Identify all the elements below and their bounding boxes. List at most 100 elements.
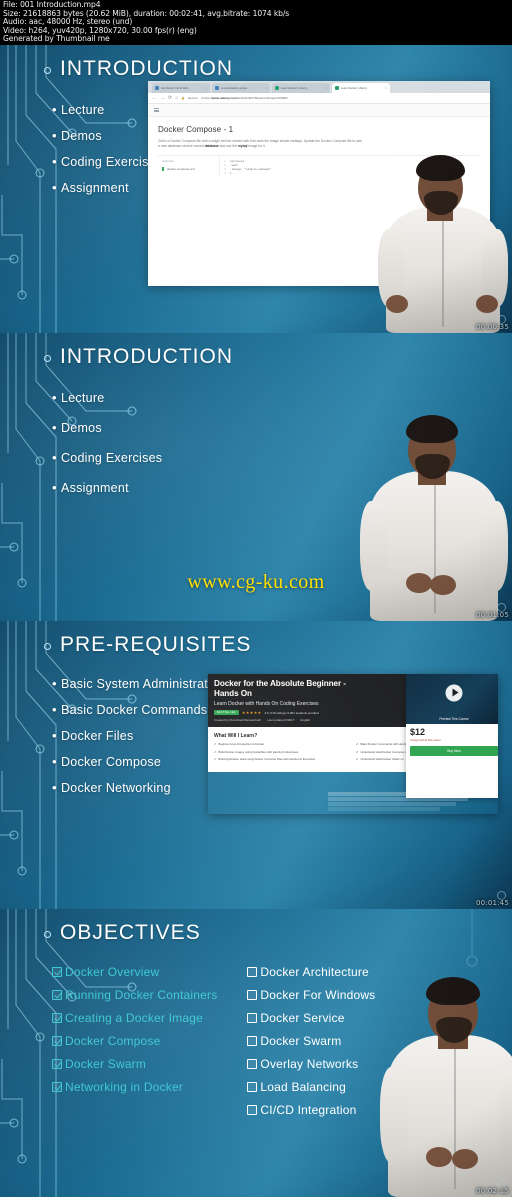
checkbox-checked-icon[interactable] xyxy=(52,1013,62,1023)
tab-label: Get Docker CE for Debi... xyxy=(161,86,191,90)
browser-window: Get Docker CE for Debi... × mmumshad/my-s… xyxy=(148,81,490,286)
hamburger-menu-icon[interactable] xyxy=(154,108,159,112)
editor-split: docker.file docker-compose.yml 1 services… xyxy=(158,155,480,176)
browser-tab[interactable]: Get Docker CE for Debi... × xyxy=(152,83,210,93)
frame-timestamp: 00:01:05 xyxy=(475,611,509,619)
address-bar-value[interactable]: | https://www.udemy.com/draft/1132278/le… xyxy=(201,96,288,100)
checkbox-checked-icon[interactable] xyxy=(52,1082,62,1092)
price-note: 3 days left at this price! xyxy=(410,738,441,742)
udemy-course-card: Docker for the Absolute Beginner - Hands… xyxy=(208,674,498,814)
objective-item[interactable]: Overlay Networks xyxy=(247,1057,375,1071)
play-icon[interactable] xyxy=(445,684,463,702)
objective-item[interactable]: Creating a Docker Image xyxy=(52,1011,217,1025)
objectives-column-right: Docker Architecture Docker For Windows D… xyxy=(247,965,375,1126)
objective-label: Docker Swarm xyxy=(65,1057,147,1071)
forward-icon[interactable]: → xyxy=(160,95,165,101)
back-icon[interactable]: ← xyxy=(152,95,157,101)
secure-label: Secure xyxy=(187,96,198,100)
preview-label: Preview This Course xyxy=(439,717,469,721)
checkbox-checked-icon[interactable] xyxy=(52,967,62,977)
bullet-label: Docker Files xyxy=(61,729,134,743)
objective-item[interactable]: Load Balancing xyxy=(247,1080,375,1094)
exercise-description: Given a Docker Compose file with a singl… xyxy=(158,139,362,148)
media-info-header: File: 001 Introduction.mp4 Size: 2161886… xyxy=(0,0,512,45)
objective-item[interactable]: Docker Swarm xyxy=(247,1034,375,1048)
favicon-icon xyxy=(335,86,339,90)
objective-item[interactable]: Docker Service xyxy=(247,1011,375,1025)
checkbox-checked-icon[interactable] xyxy=(52,990,62,1000)
home-icon[interactable]: ⌂ xyxy=(175,95,178,101)
objective-label: Docker Swarm xyxy=(260,1034,342,1048)
file-item[interactable]: docker-compose.yml xyxy=(162,167,215,171)
browser-tab[interactable]: Learn Docker | Udemy × xyxy=(272,83,330,93)
presenter-arm-right xyxy=(480,501,508,591)
course-updated: Last updated 9/2017 xyxy=(267,718,295,722)
presenter-hair xyxy=(406,415,458,443)
close-icon[interactable]: × xyxy=(265,86,267,90)
objective-item[interactable]: Docker Compose xyxy=(52,1034,217,1048)
file-explorer-label: docker.file xyxy=(162,160,174,163)
list-item: • Demos xyxy=(52,129,162,143)
media-info-generator: Generated by Thumbnail me xyxy=(3,34,110,44)
checkbox-unchecked-icon[interactable] xyxy=(247,1036,258,1046)
browser-tab-active[interactable]: Learn Docker | Udemy × xyxy=(332,83,390,93)
list-item: • Assignment xyxy=(52,181,162,195)
browser-url-bar[interactable]: ← → ⟳ ⌂ 🔒 Secure | https://www.udemy.com… xyxy=(148,93,490,104)
objective-label: Docker Service xyxy=(260,1011,345,1025)
slide-bullet-list: • Basic System Administration • Basic Dock… xyxy=(52,677,225,807)
objective-item[interactable]: Docker Swarm xyxy=(52,1057,217,1071)
list-item: • Basic Docker Commands xyxy=(52,703,225,717)
bullet-dot-icon: • xyxy=(52,754,57,769)
checkbox-checked-icon[interactable] xyxy=(52,1059,62,1069)
secure-lock-icon: 🔒 xyxy=(181,96,185,100)
bullet-dot-icon: • xyxy=(52,676,57,691)
checkbox-unchecked-icon[interactable] xyxy=(247,1013,258,1023)
checkbox-unchecked-icon[interactable] xyxy=(247,1059,258,1069)
list-item: • Lecture xyxy=(52,391,162,405)
objective-item[interactable]: Docker Overview xyxy=(52,965,217,979)
checkbox-unchecked-icon[interactable] xyxy=(247,1082,258,1092)
slide-title: PRE-REQUISITES xyxy=(60,633,252,656)
buy-now-button[interactable]: Buy Now xyxy=(410,746,498,756)
list-item: • Coding Exercises xyxy=(52,155,162,169)
close-icon[interactable]: × xyxy=(325,86,327,90)
video-frame-2: INTRODUCTION • Lecture • Demos • Coding Exe… xyxy=(0,333,512,621)
checkbox-checked-icon[interactable] xyxy=(52,1036,62,1046)
code-editor[interactable]: 1 services: 2 web: 3 image: "simple-webap… xyxy=(220,156,480,176)
checkbox-unchecked-icon[interactable] xyxy=(247,1105,258,1115)
bullet-dot-icon: • xyxy=(52,702,57,717)
bullet-dot-icon: • xyxy=(52,420,57,435)
list-item: • Lecture xyxy=(52,103,162,117)
bullet-label: Assignment xyxy=(61,481,129,495)
objective-item[interactable]: CI/CD Integration xyxy=(247,1103,375,1117)
bullet-label: Basic System Administration xyxy=(61,677,226,691)
bullet-label: Assignment xyxy=(61,181,129,195)
close-icon[interactable]: × xyxy=(205,86,207,90)
browser-tab[interactable]: mmumshad/my-simple... × xyxy=(212,83,270,93)
slide-bullet-list: • Lecture • Demos • Coding Exercises • Assig… xyxy=(52,391,162,511)
presenter xyxy=(352,389,512,621)
presenter-jacket-zip xyxy=(434,479,436,613)
favicon-icon xyxy=(155,86,159,90)
bullet-dot-icon: • xyxy=(52,390,57,405)
close-icon[interactable]: × xyxy=(385,86,387,90)
list-item: • Demos xyxy=(52,421,162,435)
objective-label: Overlay Networks xyxy=(260,1057,359,1071)
checkbox-unchecked-icon[interactable] xyxy=(247,967,258,977)
slide-title: INTRODUCTION xyxy=(60,57,233,80)
tab-label: Learn Docker | Udemy xyxy=(281,86,307,90)
presenter-hand-left xyxy=(406,573,432,593)
bullet-dot-icon: • xyxy=(52,780,57,795)
presenter-beard xyxy=(415,454,450,479)
course-preview-video[interactable]: Preview This Course xyxy=(406,674,498,724)
objective-item[interactable]: Docker Architecture xyxy=(247,965,375,979)
checkbox-unchecked-icon[interactable] xyxy=(247,990,258,1000)
objective-item[interactable]: Running Docker Containers xyxy=(52,988,217,1002)
objective-item[interactable]: Networking in Docker xyxy=(52,1080,217,1094)
reload-icon[interactable]: ⟳ xyxy=(168,95,172,101)
rating-text: 4.6 (716 ratings) 6,091 students enrolle… xyxy=(264,710,319,715)
presenter-body xyxy=(370,471,498,621)
objective-item[interactable]: Docker For Windows xyxy=(247,988,375,1002)
list-item: • Docker Files xyxy=(52,729,225,743)
bullet-label: Basic Docker Commands xyxy=(61,703,208,717)
